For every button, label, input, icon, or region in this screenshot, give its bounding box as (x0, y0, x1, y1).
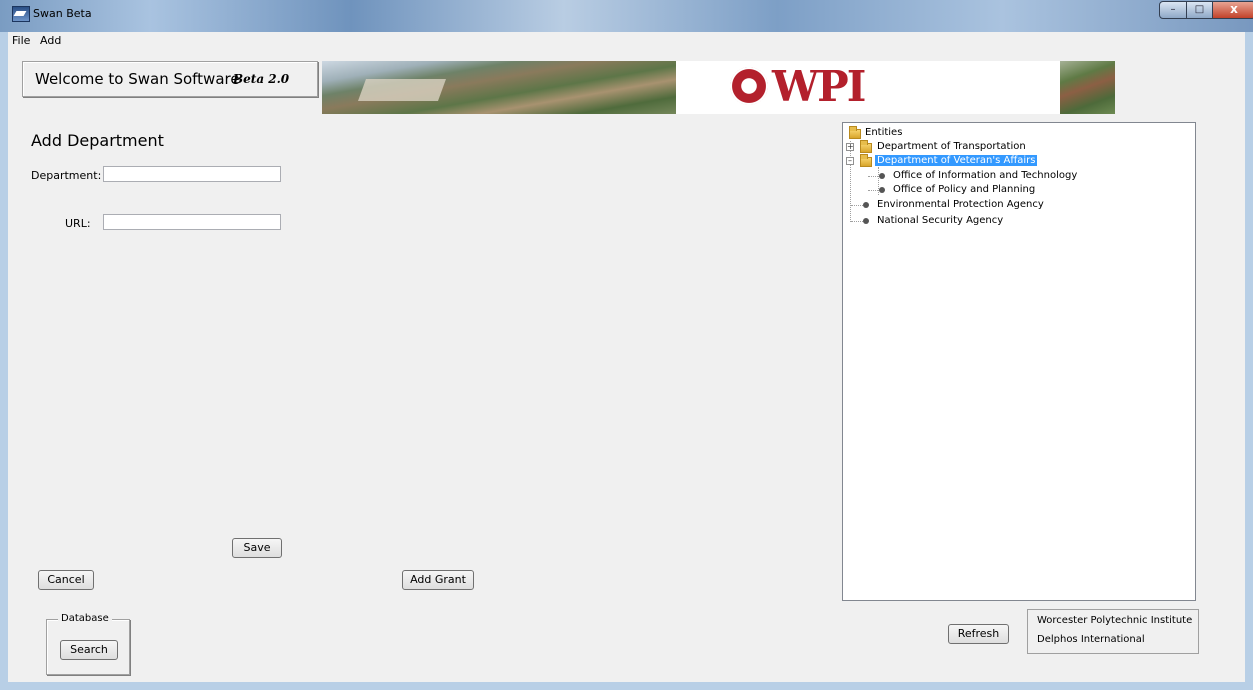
tree-guide-line (868, 190, 878, 191)
tree-node-label: Office of Policy and Planning (893, 184, 1036, 195)
url-label: URL: (65, 217, 91, 230)
welcome-banner: Welcome to Swan Software Beta 2.0 (22, 61, 318, 97)
tree-node-veterans-affairs[interactable]: – Department of Veteran's Affairs (846, 154, 1038, 168)
campus-photo (322, 61, 676, 114)
client-area: File Add Welcome to Swan Software Beta 2… (8, 32, 1245, 682)
entities-tree[interactable]: Entities + Department of Transportation … (842, 122, 1196, 601)
tree-guide-line (851, 221, 863, 222)
tree-node-root[interactable]: Entities (849, 126, 902, 140)
department-input[interactable] (103, 166, 281, 182)
app-window: Swan Beta – □ x File Add Welcome to Swan… (0, 0, 1253, 690)
minimize-button[interactable]: – (1159, 1, 1187, 19)
expand-icon[interactable]: + (846, 143, 854, 151)
credit-line-2: Delphos International (1037, 634, 1145, 645)
tree-guide-line (868, 176, 878, 177)
refresh-button[interactable]: Refresh (948, 624, 1009, 644)
tree-node-label: National Security Agency (877, 215, 1004, 226)
version-text: Beta 2.0 (233, 72, 290, 86)
tree-node-label: Office of Information and Technology (893, 170, 1078, 181)
maximize-icon: □ (1194, 4, 1205, 15)
url-input[interactable] (103, 214, 281, 230)
tree-node-nsa[interactable]: National Security Agency (863, 214, 1003, 228)
menu-bar: File Add (8, 32, 1245, 50)
app-icon (12, 6, 30, 22)
tree-node-transportation[interactable]: + Department of Transportation (846, 140, 1026, 154)
collapse-icon[interactable]: – (846, 157, 854, 165)
campus-photo-2 (1006, 61, 1115, 114)
tree-guide-line (851, 205, 863, 206)
tree-node-label: Entities (865, 127, 903, 138)
tree-node-label: Department of Veteran's Affairs (875, 155, 1038, 166)
save-button[interactable]: Save (232, 538, 282, 558)
title-bar[interactable]: Swan Beta – □ x (0, 0, 1253, 32)
wpi-logo-text: WPI (772, 62, 866, 111)
menu-file[interactable]: File (12, 34, 30, 47)
folder-icon (860, 154, 872, 167)
wpi-logo: WPI (676, 61, 1006, 114)
leaf-node-icon (879, 173, 885, 179)
tree-node-office-it[interactable]: Office of Information and Technology (879, 169, 1077, 183)
search-button[interactable]: Search (60, 640, 118, 660)
leaf-node-icon (863, 218, 869, 224)
tree-node-label: Department of Transportation (877, 141, 1026, 152)
close-icon: x (1230, 2, 1238, 16)
folder-icon (849, 126, 861, 139)
add-grant-button[interactable]: Add Grant (402, 570, 474, 590)
credits-box: Worcester Polytechnic Institute Delphos … (1027, 609, 1199, 654)
menu-add[interactable]: Add (40, 34, 61, 47)
database-group-title: Database (58, 613, 112, 624)
maximize-button[interactable]: □ (1186, 1, 1213, 19)
tree-node-office-policy[interactable]: Office of Policy and Planning (879, 183, 1035, 197)
page-title: Add Department (31, 131, 164, 150)
wpi-seal-icon (730, 67, 768, 105)
leaf-node-icon (879, 187, 885, 193)
minimize-icon: – (1170, 4, 1176, 15)
tree-node-epa[interactable]: Environmental Protection Agency (863, 198, 1044, 212)
leaf-node-icon (863, 202, 869, 208)
folder-icon (860, 140, 872, 153)
credit-line-1: Worcester Polytechnic Institute (1037, 615, 1193, 626)
department-label: Department: (31, 169, 102, 182)
welcome-text: Welcome to Swan Software (35, 70, 240, 88)
tree-node-label: Environmental Protection Agency (877, 199, 1044, 210)
cancel-button[interactable]: Cancel (38, 570, 94, 590)
close-button[interactable]: x (1212, 1, 1253, 19)
window-title: Swan Beta (33, 7, 92, 20)
